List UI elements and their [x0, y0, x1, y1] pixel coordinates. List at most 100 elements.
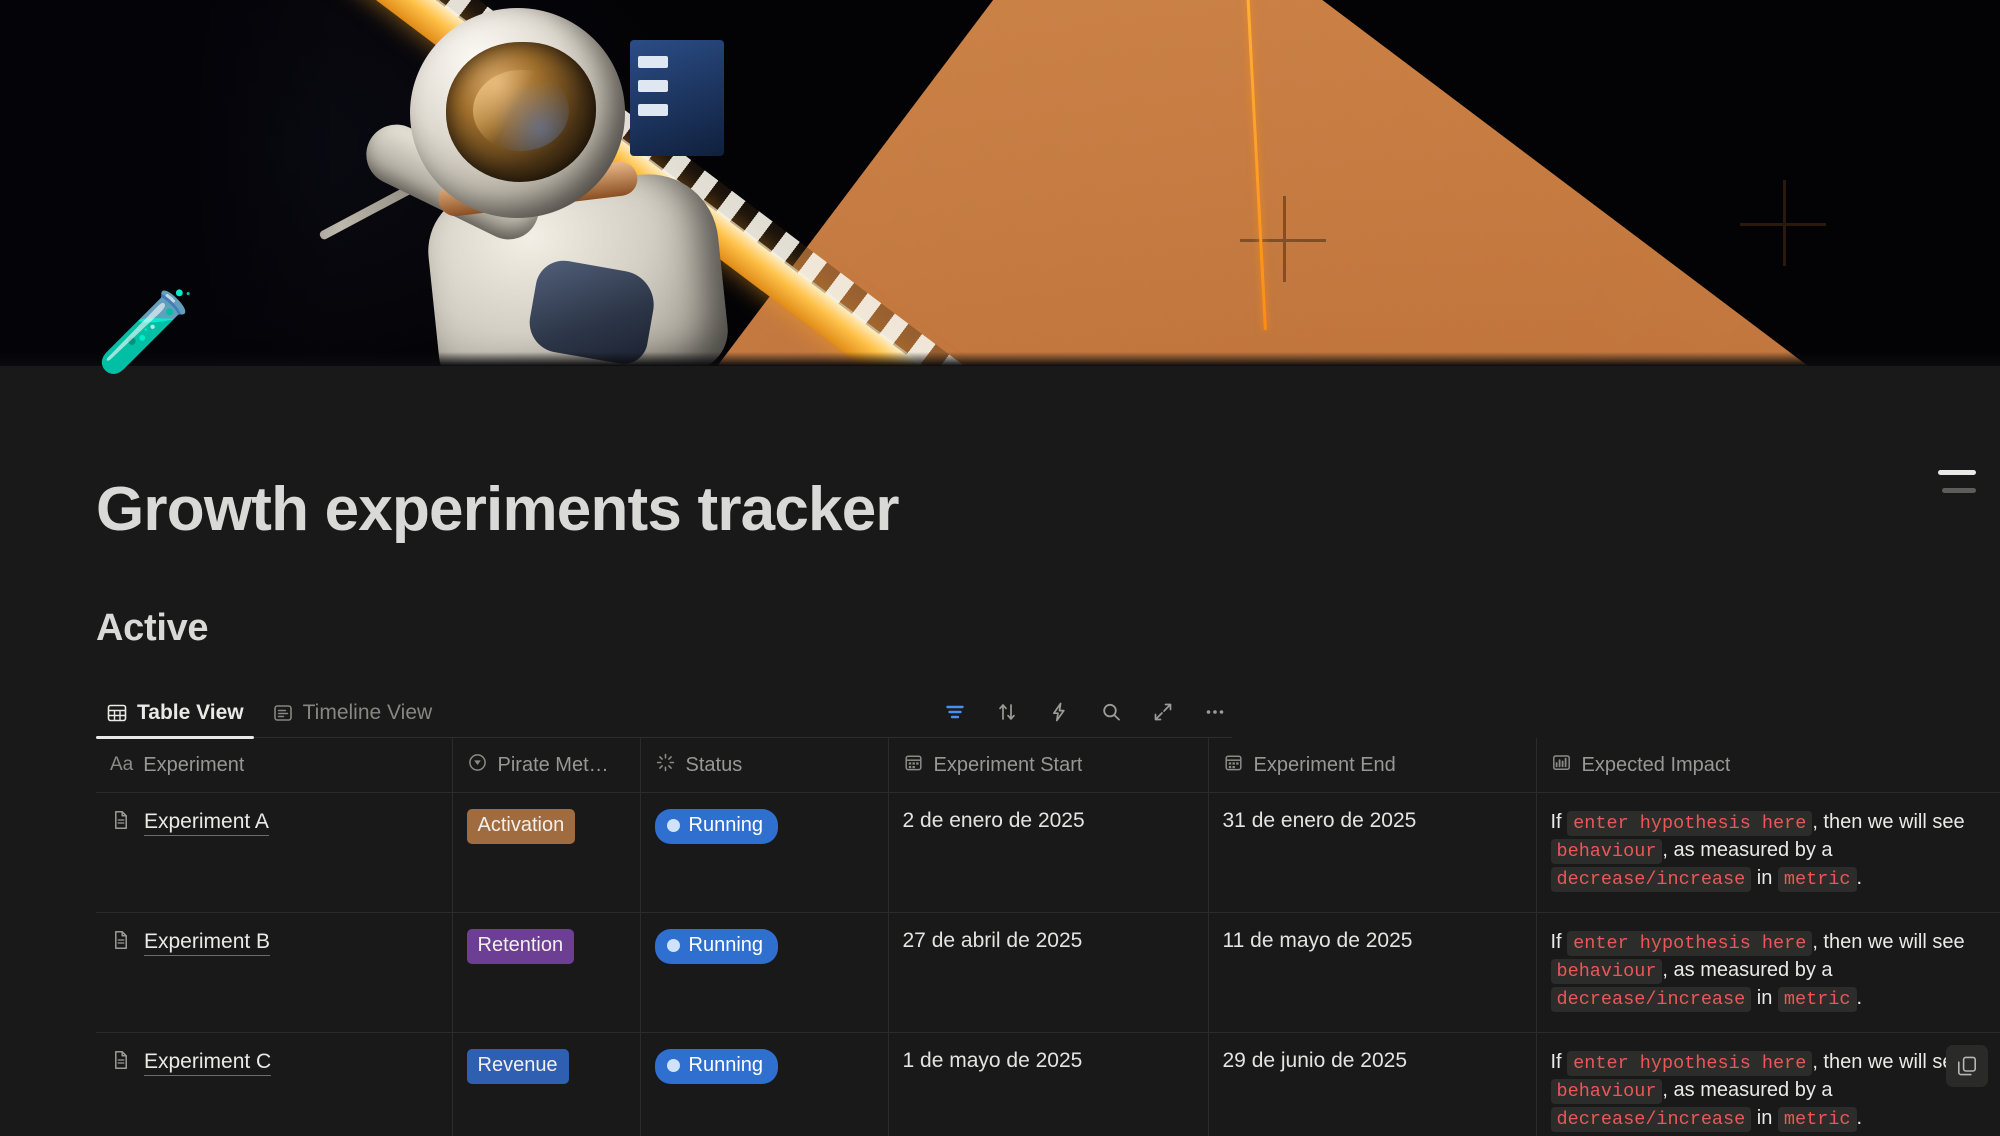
cell-experiment-start[interactable]: 27 de abril de 2025 — [888, 912, 1209, 1033]
reticle-mark-right — [1740, 180, 1826, 266]
column-header-expected-impact-label: Expected Impact — [1581, 753, 1731, 776]
notion-page: 🧪 Growth experiments tracker Active Tabl… — [0, 0, 2000, 1136]
calendar-icon — [903, 752, 924, 779]
astronaut-visor — [446, 42, 596, 182]
cell-experiment-name[interactable]: Experiment C — [96, 1032, 453, 1136]
tag-pirate-metric: Activation — [466, 809, 576, 844]
status-dot-icon — [666, 939, 680, 952]
column-header-pirate-metric-label: Pirate Met… — [497, 753, 609, 776]
cell-pirate-metric[interactable]: Retention — [452, 912, 641, 1033]
column-header-experiment-end-label: Experiment End — [1253, 753, 1396, 776]
column-header-experiment-start-label: Experiment Start — [933, 753, 1083, 776]
status-label: Running — [688, 934, 764, 956]
expand-icon[interactable] — [1150, 699, 1176, 725]
copy-icon[interactable] — [1945, 1045, 1988, 1087]
cell-experiment-end[interactable]: 11 de mayo de 2025 — [1208, 912, 1537, 1033]
date-value: 31 de enero de 2025 — [1222, 809, 1417, 832]
row-title-link[interactable]: Experiment C — [144, 1050, 272, 1076]
search-icon[interactable] — [1098, 699, 1124, 725]
cell-status[interactable]: Running — [640, 912, 889, 1033]
active-section: Active Table View Timeline View Aa Exper… — [0, 545, 2000, 1136]
cell-status[interactable]: Running — [640, 1032, 889, 1136]
toc-bar-inactive[interactable] — [1942, 488, 1976, 493]
impact-text-5: . — [1856, 986, 1863, 1009]
hypothesis-text: If enter hypothesis here, then we will s… — [1550, 809, 1986, 893]
column-header-experiment[interactable]: Aa Experiment — [96, 738, 453, 793]
filter-icon[interactable] — [942, 699, 968, 725]
page-title[interactable]: Growth experiments tracker — [96, 474, 2000, 545]
table-body: Experiment A Activation Running 2 de ene… — [96, 792, 2000, 1136]
page-cover[interactable] — [0, 0, 2000, 366]
column-header-expected-impact[interactable]: Expected Impact — [1536, 738, 2000, 793]
page-icon-emoji[interactable]: 🧪 — [96, 292, 196, 372]
page-document-icon — [110, 1049, 132, 1076]
title-block: Growth experiments tracker — [0, 366, 2000, 545]
column-header-status[interactable]: Status — [640, 738, 889, 793]
impact-text-3: , as measured by a — [1662, 958, 1833, 981]
cell-expected-impact[interactable]: If enter hypothesis here, then we will s… — [1536, 792, 2000, 913]
code-metric: metric — [1777, 866, 1857, 892]
code-metric: metric — [1777, 986, 1857, 1012]
cover-photo — [0, 0, 2000, 366]
hypothesis-text: If enter hypothesis here, then we will s… — [1550, 929, 1986, 1013]
tab-table-view[interactable]: Table View — [96, 695, 254, 739]
column-header-experiment-label: Experiment — [143, 753, 245, 776]
cell-expected-impact[interactable]: If enter hypothesis here, then we will s… — [1536, 912, 2000, 1033]
page-content: 🧪 Growth experiments tracker Active Tabl… — [0, 292, 2000, 1136]
tab-table-view-label: Table View — [137, 701, 244, 724]
database-block: Table View Timeline View Aa Experiment P… — [96, 680, 2000, 1136]
tab-timeline-view[interactable]: Timeline View — [262, 695, 443, 737]
row-title-link[interactable]: Experiment A — [144, 810, 269, 836]
cell-status[interactable]: Running — [640, 792, 889, 913]
impact-text-1: If — [1550, 811, 1568, 833]
toc-bar-active[interactable] — [1938, 470, 1976, 475]
status-spinner-icon — [655, 752, 676, 779]
more-options-icon[interactable] — [1202, 699, 1228, 725]
impact-text-2: , then we will see — [1812, 811, 1965, 833]
table-header-row: Aa Experiment Pirate Met… Status Experim… — [96, 738, 2000, 793]
impact-text-1: If — [1550, 931, 1568, 953]
date-value: 11 de mayo de 2025 — [1222, 929, 1413, 952]
cell-expected-impact[interactable]: If enter hypothesis here, then we will s… — [1536, 1032, 2000, 1136]
database-toolbar: Table View Timeline View — [96, 680, 1232, 739]
tag-pirate-metric: Revenue — [466, 1049, 569, 1084]
sort-icon[interactable] — [994, 699, 1020, 725]
code-behaviour: behaviour — [1550, 1078, 1663, 1104]
database-table: Aa Experiment Pirate Met… Status Experim… — [96, 738, 2000, 1136]
code-hypothesis: enter hypothesis here — [1567, 1051, 1813, 1076]
cell-experiment-start[interactable]: 1 de mayo de 2025 — [888, 1032, 1209, 1136]
status-dot-icon — [666, 1059, 680, 1072]
code-behaviour: behaviour — [1550, 838, 1663, 864]
impact-text-4: in — [1751, 866, 1778, 889]
column-header-experiment-end[interactable]: Experiment End — [1208, 738, 1537, 793]
impact-text-5: . — [1856, 1106, 1863, 1129]
section-heading-active[interactable]: Active — [96, 607, 2000, 650]
code-direction: decrease/increase — [1550, 866, 1752, 892]
cell-experiment-name[interactable]: Experiment A — [96, 792, 453, 913]
cover-bottom-fade — [0, 352, 2000, 366]
table-row[interactable]: Experiment C Revenue Running 1 de mayo d… — [96, 1032, 2000, 1136]
code-behaviour: behaviour — [1550, 958, 1663, 984]
cell-experiment-start[interactable]: 2 de enero de 2025 — [888, 792, 1209, 913]
row-title-link[interactable]: Experiment B — [144, 930, 271, 956]
status-label: Running — [688, 814, 764, 836]
impact-text-1: If — [1550, 1051, 1568, 1073]
status-label: Running — [688, 1054, 764, 1076]
hypothesis-text: If enter hypothesis here, then we will s… — [1550, 1049, 1986, 1133]
automation-lightning-icon[interactable] — [1046, 699, 1072, 725]
cell-experiment-end[interactable]: 31 de enero de 2025 — [1208, 792, 1537, 913]
table-of-contents-indicator[interactable] — [1934, 470, 1976, 504]
table-icon — [106, 702, 128, 724]
column-header-pirate-metric[interactable]: Pirate Met… — [452, 738, 641, 793]
cell-pirate-metric[interactable]: Revenue — [452, 1032, 641, 1136]
impact-text-5: . — [1856, 866, 1863, 889]
cell-experiment-name[interactable]: Experiment B — [96, 912, 453, 1033]
table-row[interactable]: Experiment A Activation Running 2 de ene… — [96, 792, 2000, 913]
page-document-icon — [110, 929, 132, 956]
timeline-icon — [272, 702, 294, 724]
column-header-experiment-start[interactable]: Experiment Start — [888, 738, 1209, 793]
date-value: 1 de mayo de 2025 — [902, 1049, 1083, 1072]
cell-experiment-end[interactable]: 29 de junio de 2025 — [1208, 1032, 1537, 1136]
cell-pirate-metric[interactable]: Activation — [452, 792, 641, 913]
table-row[interactable]: Experiment B Retention Running 27 de abr… — [96, 912, 2000, 1033]
